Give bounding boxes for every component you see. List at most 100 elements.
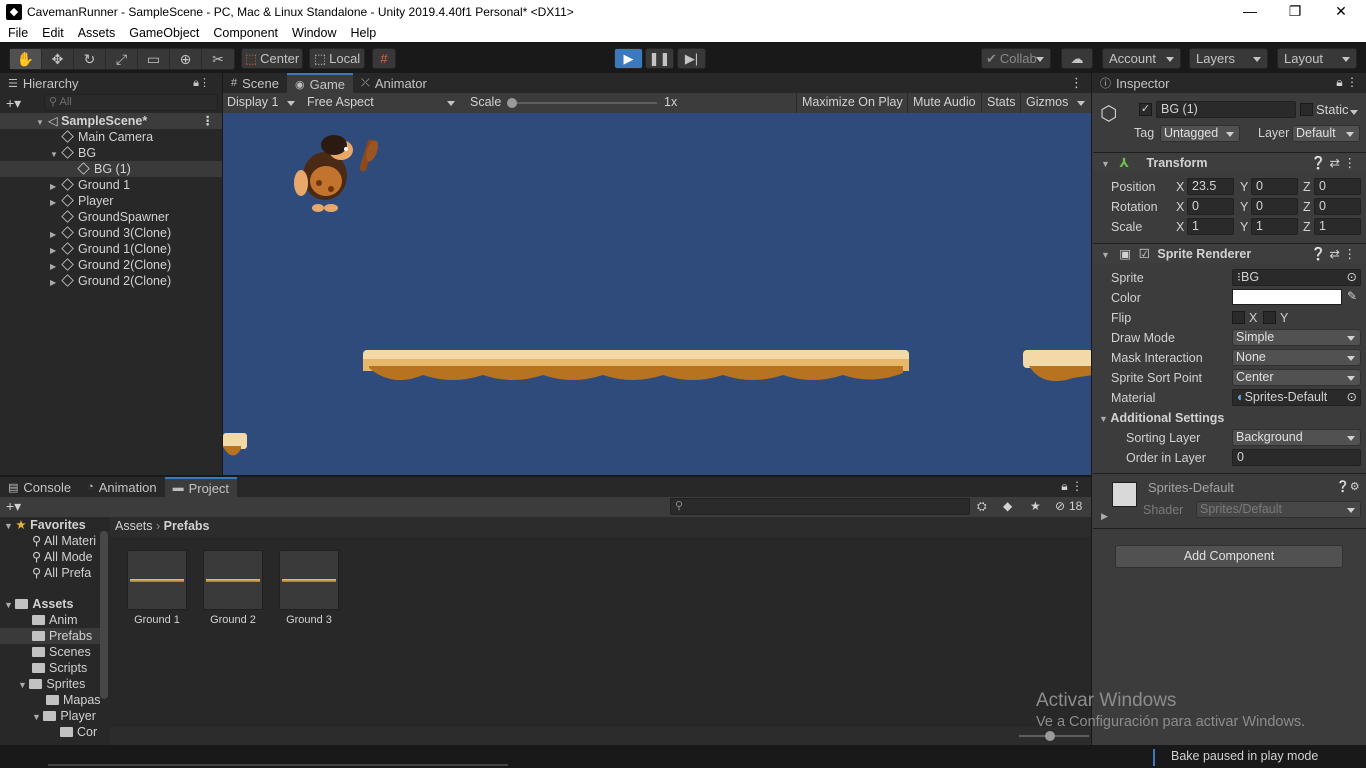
project-search-input[interactable]: ⚲ — [670, 498, 970, 515]
rotation-y-field[interactable]: 0 — [1251, 198, 1298, 215]
step-button[interactable]: ▶| — [677, 48, 706, 69]
menu-file[interactable]: File — [0, 26, 34, 40]
prefab-label[interactable]: Ground 3 — [271, 614, 347, 626]
hierarchy-item[interactable]: ▶ Ground 2(Clone) — [0, 257, 222, 273]
icon-size-slider-handle[interactable] — [1045, 731, 1055, 741]
scale-slider-handle[interactable] — [507, 98, 517, 108]
sorting-layer-dropdown[interactable]: Background — [1232, 429, 1361, 446]
breadcrumb-prefabs[interactable]: Prefabs — [164, 519, 210, 533]
hierarchy-search-input[interactable]: ⚲ All — [44, 94, 218, 111]
tab-animator[interactable]: ⤫ Animator — [353, 73, 435, 93]
move-tool-icon[interactable]: ✥ — [42, 49, 74, 69]
folder-item[interactable]: Mapas — [46, 692, 101, 708]
enabled-checkbox[interactable]: ☑ — [1139, 247, 1150, 261]
rotation-x-field[interactable]: 0 — [1187, 198, 1234, 215]
sprite-renderer-header[interactable]: ▼ ▣ ☑ Sprite Renderer ❔ ⇄ ⋮ — [1093, 243, 1366, 263]
transform-header[interactable]: ▼ ⅄ Transform ❔ ⇄ ⋮ — [1093, 152, 1366, 172]
prefab-label[interactable]: Ground 2 — [195, 614, 271, 626]
fold-closed-icon[interactable]: ▶ — [1101, 511, 1108, 522]
game-view[interactable] — [223, 113, 1091, 475]
hand-tool-icon[interactable]: ✋ — [10, 49, 42, 69]
scale-tool-icon[interactable]: ⤢ — [106, 49, 138, 69]
rect-tool-icon[interactable]: ▭ — [138, 49, 170, 69]
folder-item[interactable]: Anim — [32, 612, 77, 628]
filter-type-icon[interactable]: ⛭ — [977, 499, 987, 514]
hierarchy-item[interactable]: ▶ Ground 1 — [0, 177, 222, 193]
assets-foldout[interactable]: ▼ Assets — [4, 596, 73, 612]
menu-help[interactable]: Help — [342, 26, 382, 40]
sort-point-dropdown[interactable]: Center — [1232, 369, 1361, 386]
folder-item[interactable]: ▼ Player — [32, 708, 96, 724]
component-menu-icon[interactable]: ❔ ⇄ ⋮ — [1311, 153, 1356, 173]
folder-item[interactable]: Cor — [60, 724, 97, 740]
pause-button[interactable]: ❚❚ — [645, 48, 674, 69]
layout-dropdown[interactable]: Layout — [1277, 48, 1357, 69]
prefab-thumbnail[interactable] — [279, 550, 339, 610]
hierarchy-item[interactable]: ▶ Ground 3(Clone) — [0, 225, 222, 241]
menu-component[interactable]: Component — [205, 26, 284, 40]
aspect-dropdown[interactable]: Free Aspect — [303, 93, 461, 113]
prefab-thumbnail[interactable] — [127, 550, 187, 610]
position-y-field[interactable]: 0 — [1251, 178, 1298, 195]
active-checkbox[interactable]: ✓ — [1139, 103, 1152, 116]
hierarchy-item[interactable]: ▶ Player — [0, 193, 222, 209]
flip-y-checkbox[interactable] — [1263, 311, 1276, 324]
scene-menu-icon[interactable]: ⋮ — [202, 113, 215, 129]
position-z-field[interactable]: 0 — [1314, 178, 1361, 195]
menu-assets[interactable]: Assets — [70, 26, 122, 40]
scale-slider-track[interactable] — [511, 102, 657, 104]
scale-z-field[interactable]: 1 — [1314, 218, 1361, 235]
favorite-item[interactable]: ⚲ All Materi — [32, 533, 96, 549]
tab-hierarchy[interactable]: ☰ Hierarchy 🔒︎⋮ — [0, 73, 222, 93]
panel-menu-icon[interactable]: ⋮ — [1070, 75, 1083, 91]
gizmos-dropdown[interactable]: Gizmos — [1020, 93, 1091, 113]
hierarchy-item-selected[interactable]: BG (1) — [0, 161, 222, 177]
folder-item[interactable]: Scripts — [32, 660, 87, 676]
eyedropper-icon[interactable]: ✎ — [1347, 289, 1357, 303]
hierarchy-item[interactable]: ▼ BG — [0, 145, 222, 161]
layer-dropdown[interactable]: Default — [1292, 125, 1360, 142]
pivot-center-button[interactable]: ⬚ Center — [241, 48, 303, 69]
add-icon[interactable]: +▾ — [6, 95, 21, 112]
folder-item-selected[interactable]: Prefabs — [0, 628, 100, 644]
object-name-input[interactable]: BG (1) — [1156, 101, 1296, 118]
scale-y-field[interactable]: 1 — [1251, 218, 1298, 235]
additional-settings-foldout[interactable]: ▼ Additional Settings — [1099, 411, 1224, 425]
hierarchy-item[interactable]: ▶ Ground 2(Clone) — [0, 273, 222, 289]
inspector-lock-icon[interactable]: 🔒︎ ⋮ — [1336, 75, 1358, 90]
snap-grid-button[interactable]: # — [372, 48, 396, 69]
minimize-button[interactable]: — — [1227, 0, 1273, 23]
component-menu-icon[interactable]: ❔ ⇄ ⋮ — [1311, 244, 1356, 264]
favorite-item[interactable]: ⚲ All Mode — [32, 549, 93, 565]
play-button[interactable]: ▶ — [614, 48, 643, 69]
tab-inspector[interactable]: ⓘ Inspector — [1092, 73, 1178, 93]
hierarchy-item[interactable]: GroundSpawner — [0, 209, 222, 225]
mute-audio-toggle[interactable]: Mute Audio — [907, 93, 981, 113]
object-picker-icon[interactable]: ⊙ — [1347, 270, 1357, 285]
tab-animation[interactable]: ◔ Animation — [79, 477, 165, 497]
prefab-thumbnail[interactable] — [203, 550, 263, 610]
hierarchy-item[interactable]: Main Camera — [0, 129, 222, 145]
menu-gameobject[interactable]: GameObject — [121, 26, 205, 40]
scale-x-field[interactable]: 1 — [1187, 218, 1234, 235]
tab-console[interactable]: ▤ Console — [0, 477, 80, 497]
tab-project[interactable]: ▬ Project — [164, 477, 238, 497]
tree-scrollbar[interactable] — [100, 531, 108, 699]
tag-dropdown[interactable]: Untagged — [1160, 125, 1240, 142]
hidden-packages-icon[interactable]: ⊘ — [1055, 499, 1065, 513]
sprite-field[interactable]: ⁝BG ⊙ — [1232, 269, 1361, 286]
menu-window[interactable]: Window — [284, 26, 342, 40]
restore-button[interactable]: ❐ — [1272, 0, 1318, 23]
project-add-icon[interactable]: +▾ — [6, 498, 21, 515]
folder-item[interactable]: ▼ Sprites — [18, 676, 85, 692]
stats-toggle[interactable]: Stats — [981, 93, 1021, 113]
transform-tool-icon[interactable]: ⊕ — [170, 49, 202, 69]
material-help-icon[interactable]: ❔⚙ — [1336, 480, 1360, 493]
static-checkbox[interactable] — [1300, 103, 1313, 116]
rotate-tool-icon[interactable]: ↻ — [74, 49, 106, 69]
layers-dropdown[interactable]: Layers — [1189, 48, 1268, 69]
maximize-on-play-toggle[interactable]: Maximize On Play — [796, 93, 908, 113]
draw-mode-dropdown[interactable]: Simple — [1232, 329, 1361, 346]
shader-dropdown[interactable]: Sprites/Default — [1196, 501, 1361, 518]
close-button[interactable]: ✕ — [1318, 0, 1364, 23]
